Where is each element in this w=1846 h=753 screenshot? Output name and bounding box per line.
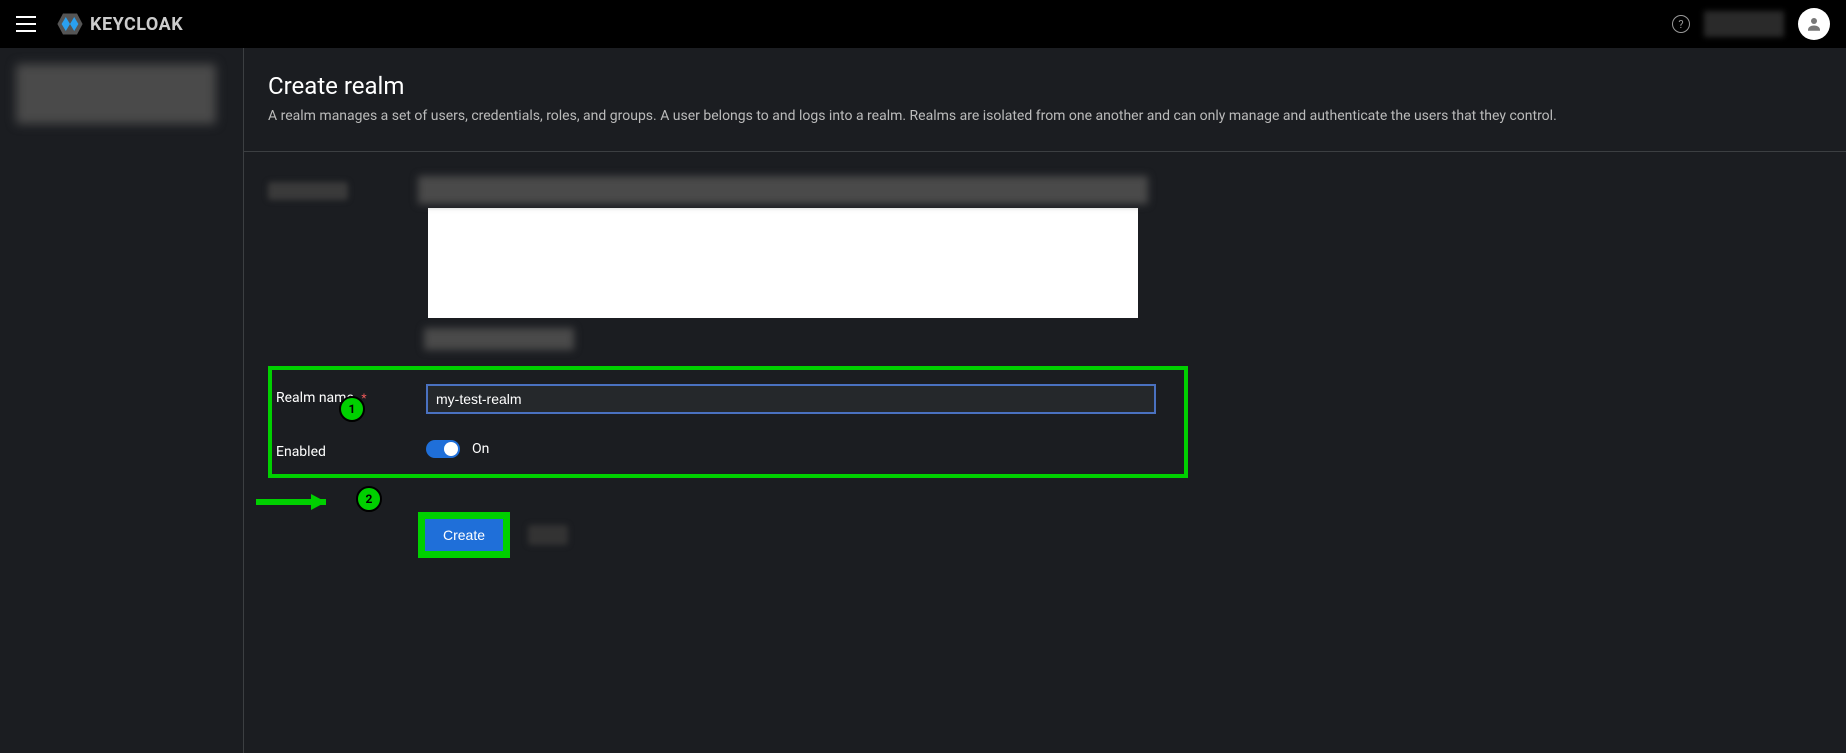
redacted-region bbox=[418, 176, 1148, 350]
redacted-region bbox=[528, 525, 568, 545]
annotation-arrow-1 bbox=[244, 320, 249, 380]
annotation-arrow-2 bbox=[256, 492, 346, 512]
enabled-label: Enabled bbox=[276, 438, 426, 460]
sidebar bbox=[0, 48, 244, 753]
keycloak-logo-icon bbox=[56, 10, 84, 38]
highlighted-form-section: Realm name * Enabled On bbox=[268, 366, 1188, 478]
redacted-form-row bbox=[268, 176, 1822, 350]
form-area: Realm name * Enabled On bbox=[244, 152, 1846, 582]
layout: Create realm A realm manages a set of us… bbox=[0, 48, 1846, 753]
enabled-toggle[interactable] bbox=[426, 440, 460, 458]
realm-name-row: Realm name * bbox=[276, 384, 1166, 414]
create-button[interactable]: Create bbox=[425, 519, 503, 551]
page-title: Create realm bbox=[268, 72, 1822, 100]
main-content: Create realm A realm manages a set of us… bbox=[244, 48, 1846, 753]
page-description: A realm manages a set of users, credenti… bbox=[268, 106, 1822, 127]
enabled-state-text: On bbox=[472, 441, 489, 457]
realm-name-input-col bbox=[426, 384, 1156, 414]
required-indicator: * bbox=[361, 391, 366, 405]
realm-name-label: Realm name * bbox=[276, 384, 426, 406]
enabled-row: Enabled On bbox=[276, 438, 1166, 460]
realm-name-input[interactable] bbox=[426, 384, 1156, 414]
annotation-step-2: 2 bbox=[356, 486, 382, 512]
realm-name-label-text: Realm name bbox=[276, 390, 354, 406]
highlighted-create-wrap: Create bbox=[418, 512, 510, 558]
user-avatar[interactable] bbox=[1798, 8, 1830, 40]
top-bar: KEYCLOAK ? bbox=[0, 0, 1846, 48]
topbar-right: ? bbox=[1672, 8, 1830, 40]
help-icon[interactable]: ? bbox=[1672, 15, 1690, 33]
page-header: Create realm A realm manages a set of us… bbox=[244, 48, 1846, 152]
brand-logo[interactable]: KEYCLOAK bbox=[56, 10, 183, 38]
brand-text: KEYCLOAK bbox=[90, 14, 183, 35]
action-row: Create bbox=[418, 512, 1822, 558]
redacted-region bbox=[268, 182, 348, 200]
menu-toggle-icon[interactable] bbox=[16, 16, 36, 32]
topbar-left: KEYCLOAK bbox=[16, 10, 183, 38]
redacted-region bbox=[16, 64, 216, 124]
redacted-region bbox=[1704, 11, 1784, 37]
